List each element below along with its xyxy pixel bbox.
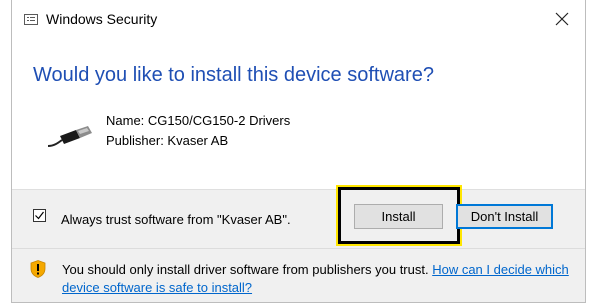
- close-button[interactable]: [539, 0, 585, 38]
- device-name: Name: CG150/CG150-2 Drivers: [106, 113, 291, 128]
- install-button[interactable]: Install: [354, 204, 443, 229]
- window-list-icon: [24, 14, 38, 25]
- publisher-warning: You should only install driver software …: [62, 261, 577, 297]
- close-icon: [555, 12, 569, 26]
- usb-cable-icon: [47, 126, 92, 147]
- windows-security-dialog: Windows Security Would you like to insta…: [11, 0, 586, 303]
- install-prompt-heading: Would you like to install this device so…: [33, 64, 434, 86]
- title-bar: Windows Security: [12, 0, 585, 38]
- shield-warning-icon: [30, 260, 46, 278]
- always-trust-label[interactable]: Always trust software from "Kvaser AB".: [61, 212, 291, 227]
- always-trust-checkbox[interactable]: [33, 209, 46, 222]
- device-publisher: Publisher: Kvaser AB: [106, 133, 229, 148]
- dialog-footer: Always trust software from "Kvaser AB". …: [12, 185, 585, 302]
- warning-text: You should only install driver software …: [62, 262, 433, 277]
- window-title: Windows Security: [46, 11, 158, 27]
- footer-divider: [12, 248, 585, 249]
- checkmark-icon: [35, 211, 44, 220]
- dont-install-button[interactable]: Don't Install: [456, 204, 553, 229]
